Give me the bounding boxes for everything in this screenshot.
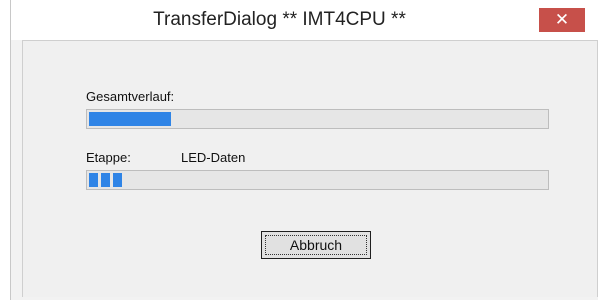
overall-progress-bar	[86, 109, 549, 129]
transfer-dialog-window: TransferDialog ** IMT4CPU ** ✕ Gesamtver…	[10, 0, 598, 300]
overall-progress-fill	[89, 112, 171, 126]
abort-button-label: Abbruch	[289, 237, 343, 253]
window-title: TransferDialog ** IMT4CPU **	[153, 9, 406, 30]
close-icon: ✕	[554, 10, 570, 30]
stage-progress-block	[89, 173, 98, 187]
stage-progress-bar	[86, 170, 549, 190]
dialog-body: Gesamtverlauf: Etappe: LED-Daten Abbruch	[22, 40, 598, 297]
title-bar: TransferDialog ** IMT4CPU ** ✕	[11, 0, 598, 40]
stage-label: Etappe:	[86, 150, 131, 165]
stage-progress-block	[101, 173, 110, 187]
overall-progress-label: Gesamtverlauf:	[86, 89, 175, 104]
close-button[interactable]: ✕	[539, 8, 585, 32]
abort-button[interactable]: Abbruch	[261, 231, 371, 259]
stage-progress-block	[113, 173, 122, 187]
stage-value: LED-Daten	[181, 150, 246, 165]
